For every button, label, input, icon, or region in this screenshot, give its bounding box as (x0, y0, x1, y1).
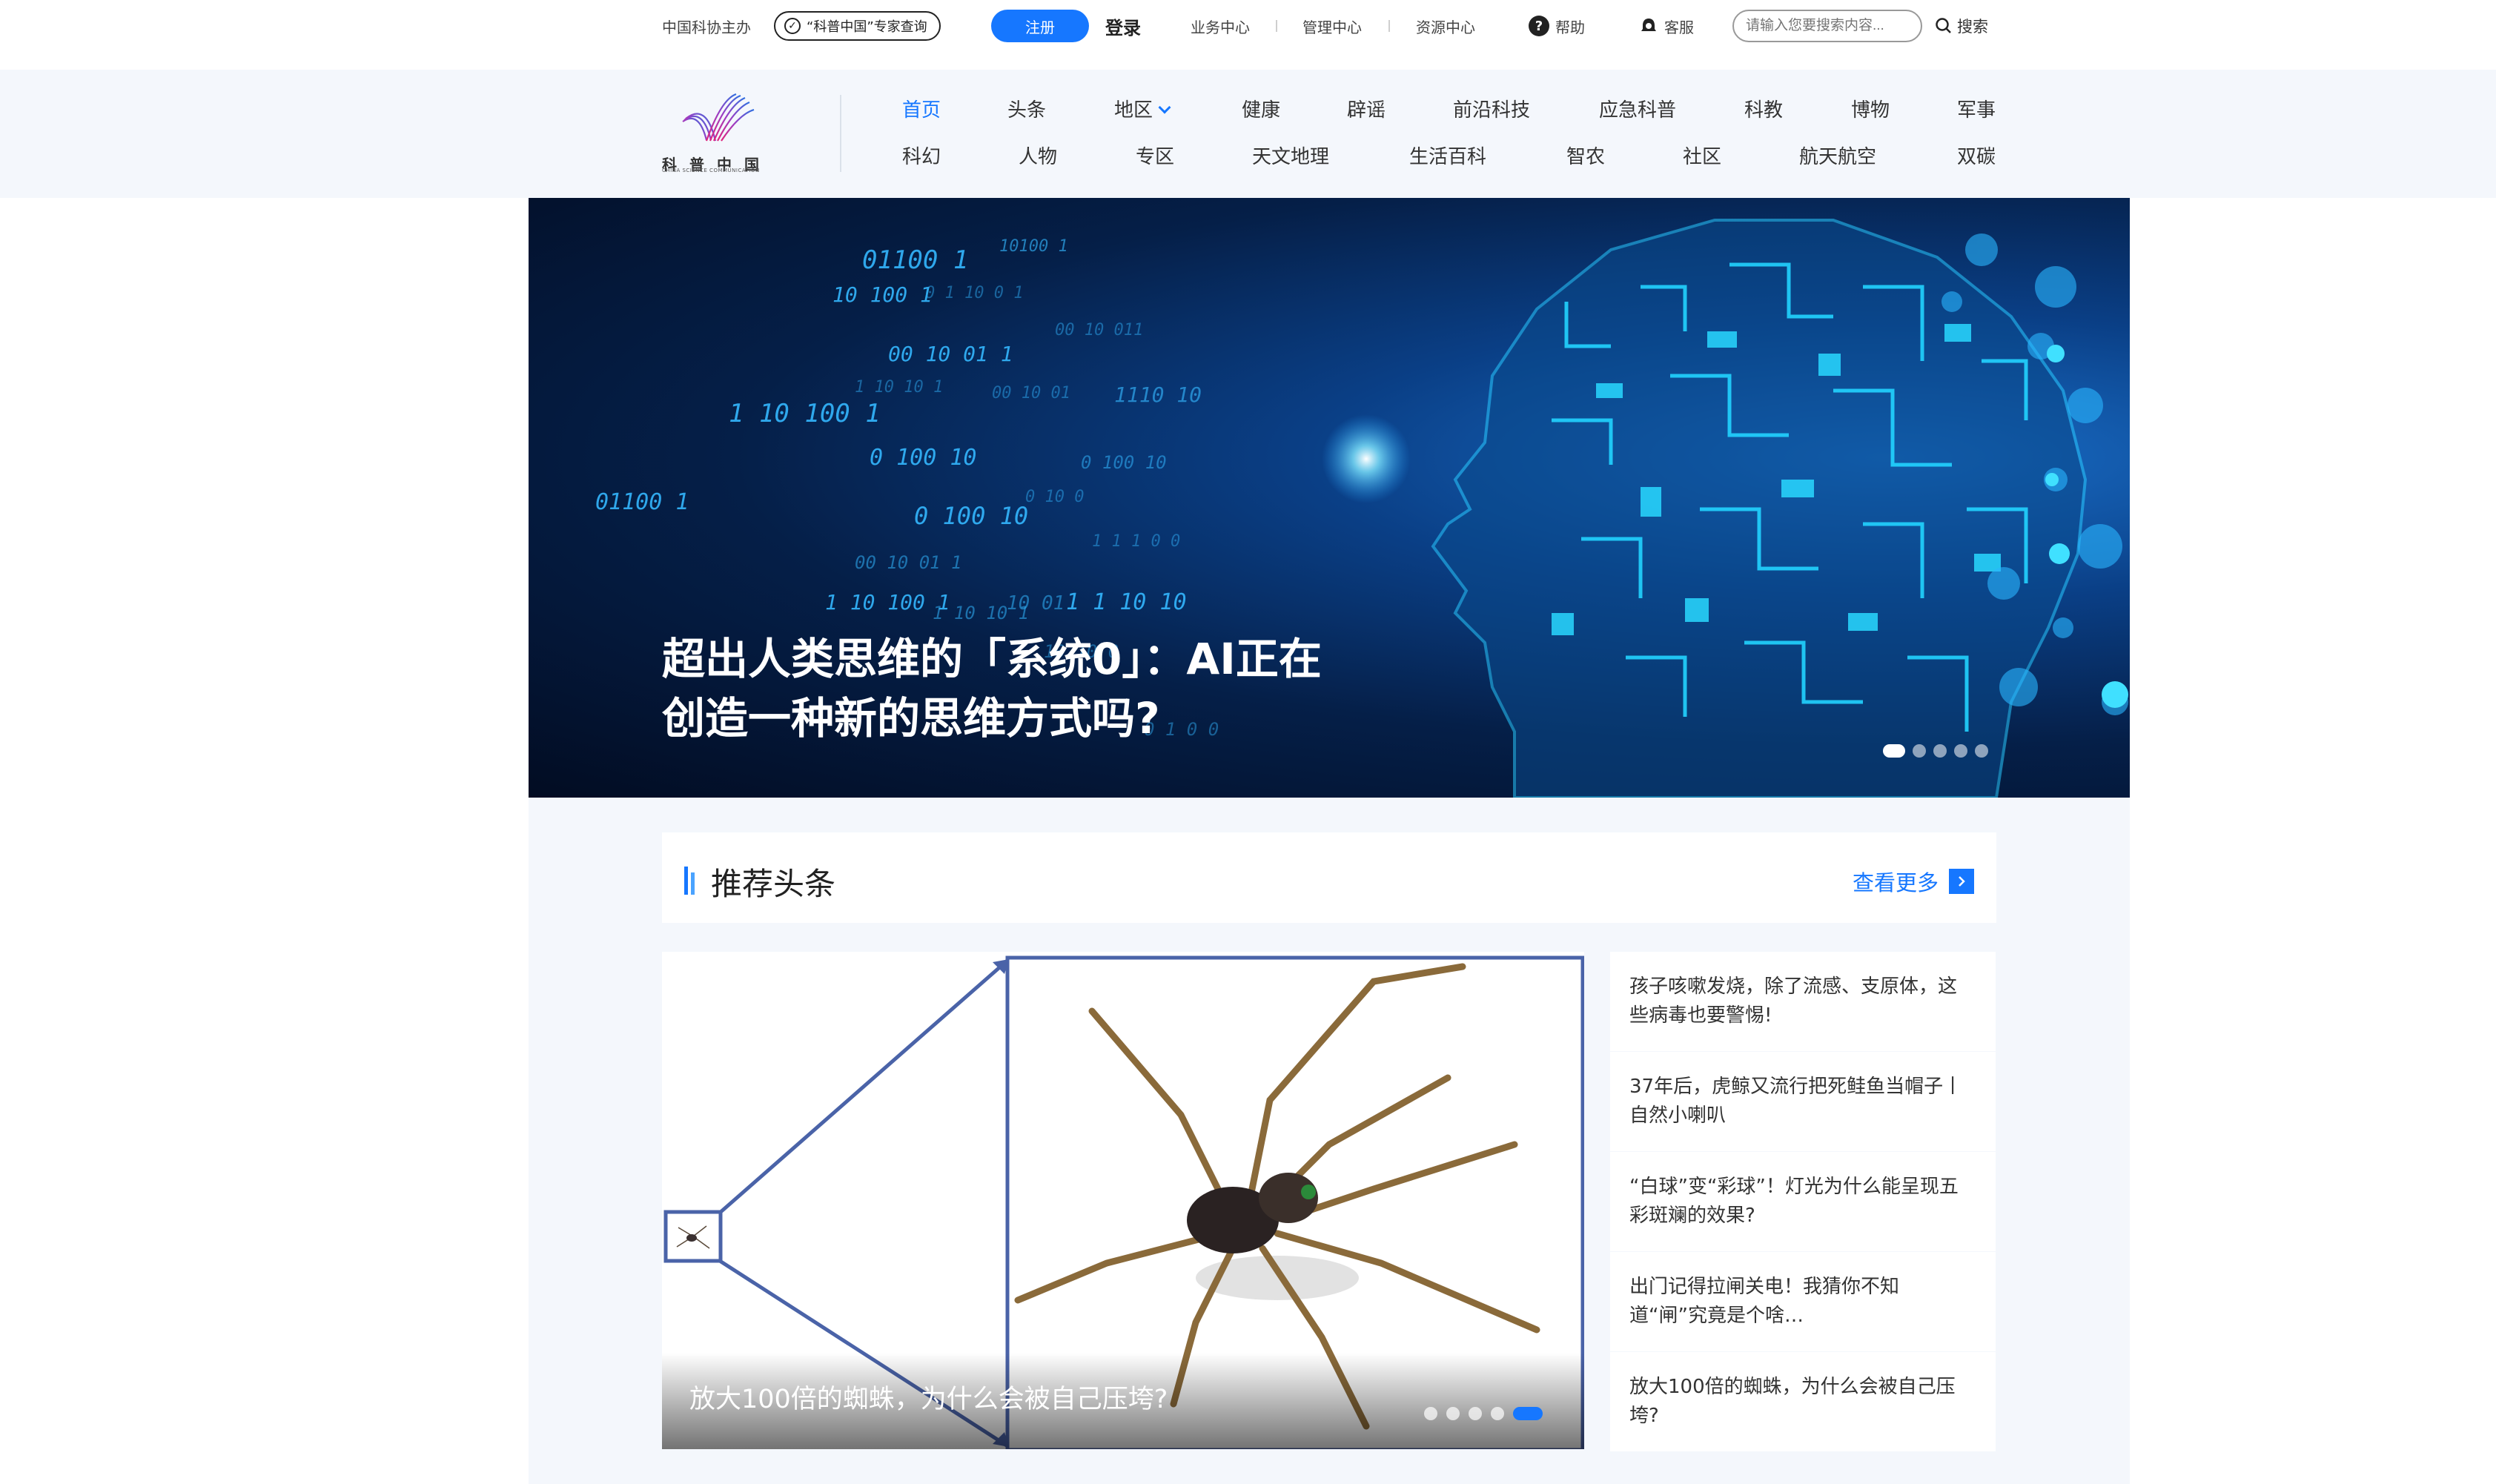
svg-text:00 10 01 1: 00 10 01 1 (888, 342, 1013, 366)
customer-service-label: 客服 (1664, 18, 1694, 36)
business-center-link[interactable]: 业务中心 (1191, 0, 1250, 52)
banner-pagination (1883, 744, 1988, 758)
svg-text:0 100 10: 0 100 10 (914, 502, 1028, 530)
site-logo[interactable]: 科普中国 CHINA SCIENCE COMMUNICATION (662, 92, 785, 175)
headline-item[interactable]: 放大100倍的蜘蛛，为什么会被自己压垮? (1610, 1352, 1996, 1451)
help-label: 帮助 (1555, 18, 1585, 36)
nav-agriculture[interactable]: 智农 (1566, 142, 1605, 169)
banner-dot[interactable] (1933, 744, 1947, 758)
svg-text:1 1 10 10: 1 1 10 10 (1066, 589, 1187, 615)
svg-text:1 10 100 1: 1 10 100 1 (729, 399, 881, 428)
svg-text:0 1 10 0 1: 0 1 10 0 1 (925, 284, 1023, 302)
headline-item[interactable]: 出门记得拉闸关电！我猜你不知道“闸”究竟是个啥… (1610, 1252, 1996, 1351)
svg-text:00 10 01 1: 00 10 01 1 (855, 552, 962, 573)
featured-dot[interactable] (1469, 1407, 1482, 1420)
section-title: 推荐头条 (711, 866, 836, 902)
headline-item[interactable]: “白球”变“彩球”！灯光为什么能呈现五彩斑斓的效果? (1610, 1152, 1996, 1251)
svg-text:0 100 10: 0 100 10 (870, 445, 977, 471)
arrow-right-icon (1949, 869, 1974, 894)
nav-carbon[interactable]: 双碳 (1957, 142, 1996, 169)
banner-title-line2: 创造一种新的思维方式吗? (662, 693, 1160, 743)
banner-dot[interactable] (1913, 744, 1926, 758)
svg-text:00 10 011: 00 10 011 (1055, 321, 1143, 339)
svg-text:1110 10: 1110 10 (1114, 382, 1202, 407)
featured-dot[interactable] (1491, 1407, 1504, 1420)
recommended-header: 推荐头条 查看更多 (662, 832, 1996, 923)
divider (1276, 20, 1277, 32)
nav-community[interactable]: 社区 (1683, 142, 1721, 169)
nav-health[interactable]: 健康 (1242, 95, 1280, 122)
hero-banner[interactable]: 01100 1 10100 1 0 1 10 0 1 00 10 011 10 … (529, 198, 2130, 798)
svg-text:10 100 1: 10 100 1 (832, 282, 933, 307)
svg-text:1 1 1 0 0: 1 1 1 0 0 (1092, 532, 1180, 551)
banner-title-line1: 超出人类思维的「系统0」：AI正在 (662, 634, 1322, 684)
nav-frontier-tech[interactable]: 前沿科技 (1453, 95, 1530, 122)
nav-scifi[interactable]: 科幻 (902, 142, 941, 169)
headline-item[interactable]: 孩子咳嗽发烧，除了流感、支原体，这些病毒也要警惕! (1610, 952, 1996, 1051)
management-center-link[interactable]: 管理中心 (1302, 0, 1362, 52)
nav-region-label: 地区 (1114, 99, 1153, 122)
nav-headlines[interactable]: 头条 (1007, 95, 1046, 122)
nav-home[interactable]: 首页 (902, 95, 941, 122)
chevron-down-icon (1158, 101, 1171, 114)
svg-text:1 10 10 1: 1 10 10 1 (933, 603, 1029, 623)
svg-text:1 10 10 1: 1 10 10 1 (855, 378, 943, 397)
search-icon (1936, 18, 1951, 33)
view-more-link[interactable]: 查看更多 (1853, 866, 1974, 897)
svg-text:10100 1: 10100 1 (999, 237, 1068, 256)
featured-dot[interactable] (1446, 1407, 1460, 1420)
banner-dot[interactable] (1975, 744, 1988, 758)
top-utility-bar: 中国科协主办 ✓ “科普中国”专家查询 注册 登录 业务中心 管理中心 资源中心… (0, 0, 2496, 70)
view-more-label: 查看更多 (1852, 870, 1939, 895)
nav-emergency[interactable]: 应急科普 (1599, 95, 1676, 122)
logo-icon (682, 93, 755, 142)
check-icon: ✓ (784, 18, 801, 34)
divider (1388, 20, 1390, 32)
help-icon: ? (1529, 16, 1549, 36)
svg-text:1 10 100 1: 1 10 100 1 (825, 590, 950, 615)
svg-text:0 10 0: 0 10 0 (1025, 488, 1084, 506)
nav-special[interactable]: 专区 (1136, 142, 1174, 169)
nav-military[interactable]: 军事 (1957, 95, 1996, 122)
help-link[interactable]: ? 帮助 (1529, 0, 1585, 52)
banner-dot[interactable] (1954, 744, 1967, 758)
nav-aerospace[interactable]: 航天航空 (1799, 142, 1876, 169)
headline-item[interactable]: 37年后，虎鲸又流行把死鲑鱼当帽子丨自然小喇叭 (1610, 1052, 1996, 1151)
service-icon (1641, 19, 1656, 31)
nav-astro-geo[interactable]: 天文地理 (1252, 142, 1329, 169)
svg-text:01100 1: 01100 1 (862, 245, 968, 275)
nav-life[interactable]: 生活百科 (1409, 142, 1486, 169)
featured-dot[interactable] (1424, 1407, 1437, 1420)
section-bar-icon (684, 867, 695, 895)
search-input[interactable] (1732, 10, 1922, 42)
header-divider (840, 95, 841, 172)
customer-service-link[interactable]: 客服 (1639, 0, 1694, 52)
svg-text:00 10 01: 00 10 01 (992, 384, 1070, 403)
banner-title[interactable]: 超出人类思维的「系统0」：AI正在 创造一种新的思维方式吗? (662, 629, 1403, 748)
svg-text:0 100 10: 0 100 10 (1081, 452, 1167, 473)
featured-dot[interactable] (1513, 1407, 1543, 1420)
nav-region[interactable]: 地区 (1114, 95, 1171, 122)
nav-museum[interactable]: 博物 (1851, 95, 1890, 122)
logo-subtitle: CHINA SCIENCE COMMUNICATION (662, 168, 760, 173)
search-button[interactable]: 搜索 (1935, 0, 1988, 52)
sponsor-text: 中国科协主办 (662, 18, 751, 36)
main-header: 科普中国 CHINA SCIENCE COMMUNICATION 首页 头条 地… (0, 70, 2496, 198)
headline-list: 孩子咳嗽发烧，除了流感、支原体，这些病毒也要警惕! 37年后，虎鲸又流行把死鲑鱼… (1610, 952, 1996, 1451)
search-label: 搜索 (1957, 18, 1988, 36)
svg-text:01100 1: 01100 1 (595, 489, 689, 515)
register-button[interactable]: 注册 (991, 10, 1089, 42)
login-link[interactable]: 登录 (1105, 0, 1141, 52)
nav-science-edu[interactable]: 科教 (1744, 95, 1783, 122)
nav-people[interactable]: 人物 (1019, 142, 1057, 169)
expert-query-button[interactable]: ✓ “科普中国”专家查询 (774, 11, 941, 41)
resource-center-link[interactable]: 资源中心 (1416, 0, 1475, 52)
featured-title[interactable]: 放大100倍的蜘蛛，为什么会被自己压垮? (689, 1378, 1168, 1416)
banner-dot[interactable] (1883, 744, 1905, 758)
featured-article[interactable]: 放大100倍的蜘蛛，为什么会被自己压垮? (662, 952, 1584, 1449)
featured-pagination (1424, 1407, 1543, 1420)
expert-query-label: “科普中国”专家查询 (807, 19, 927, 35)
nav-rumor[interactable]: 辟谣 (1347, 95, 1386, 122)
